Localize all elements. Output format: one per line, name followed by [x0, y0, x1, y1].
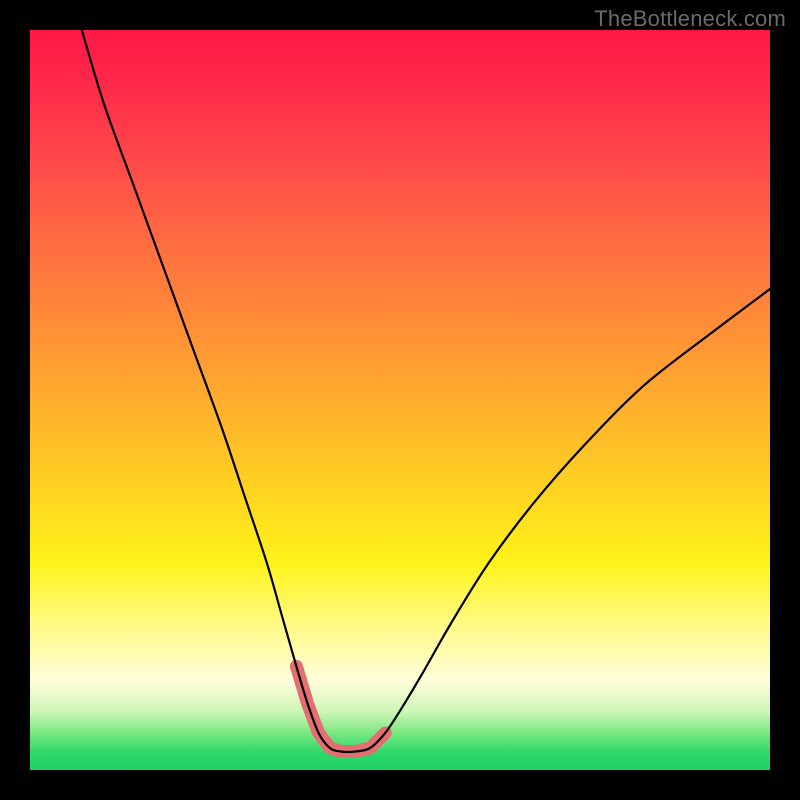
bottleneck-curve-path	[82, 30, 770, 752]
bottleneck-chart	[30, 30, 770, 770]
watermark-text: TheBottleneck.com	[594, 6, 786, 32]
chart-svg	[30, 30, 770, 770]
